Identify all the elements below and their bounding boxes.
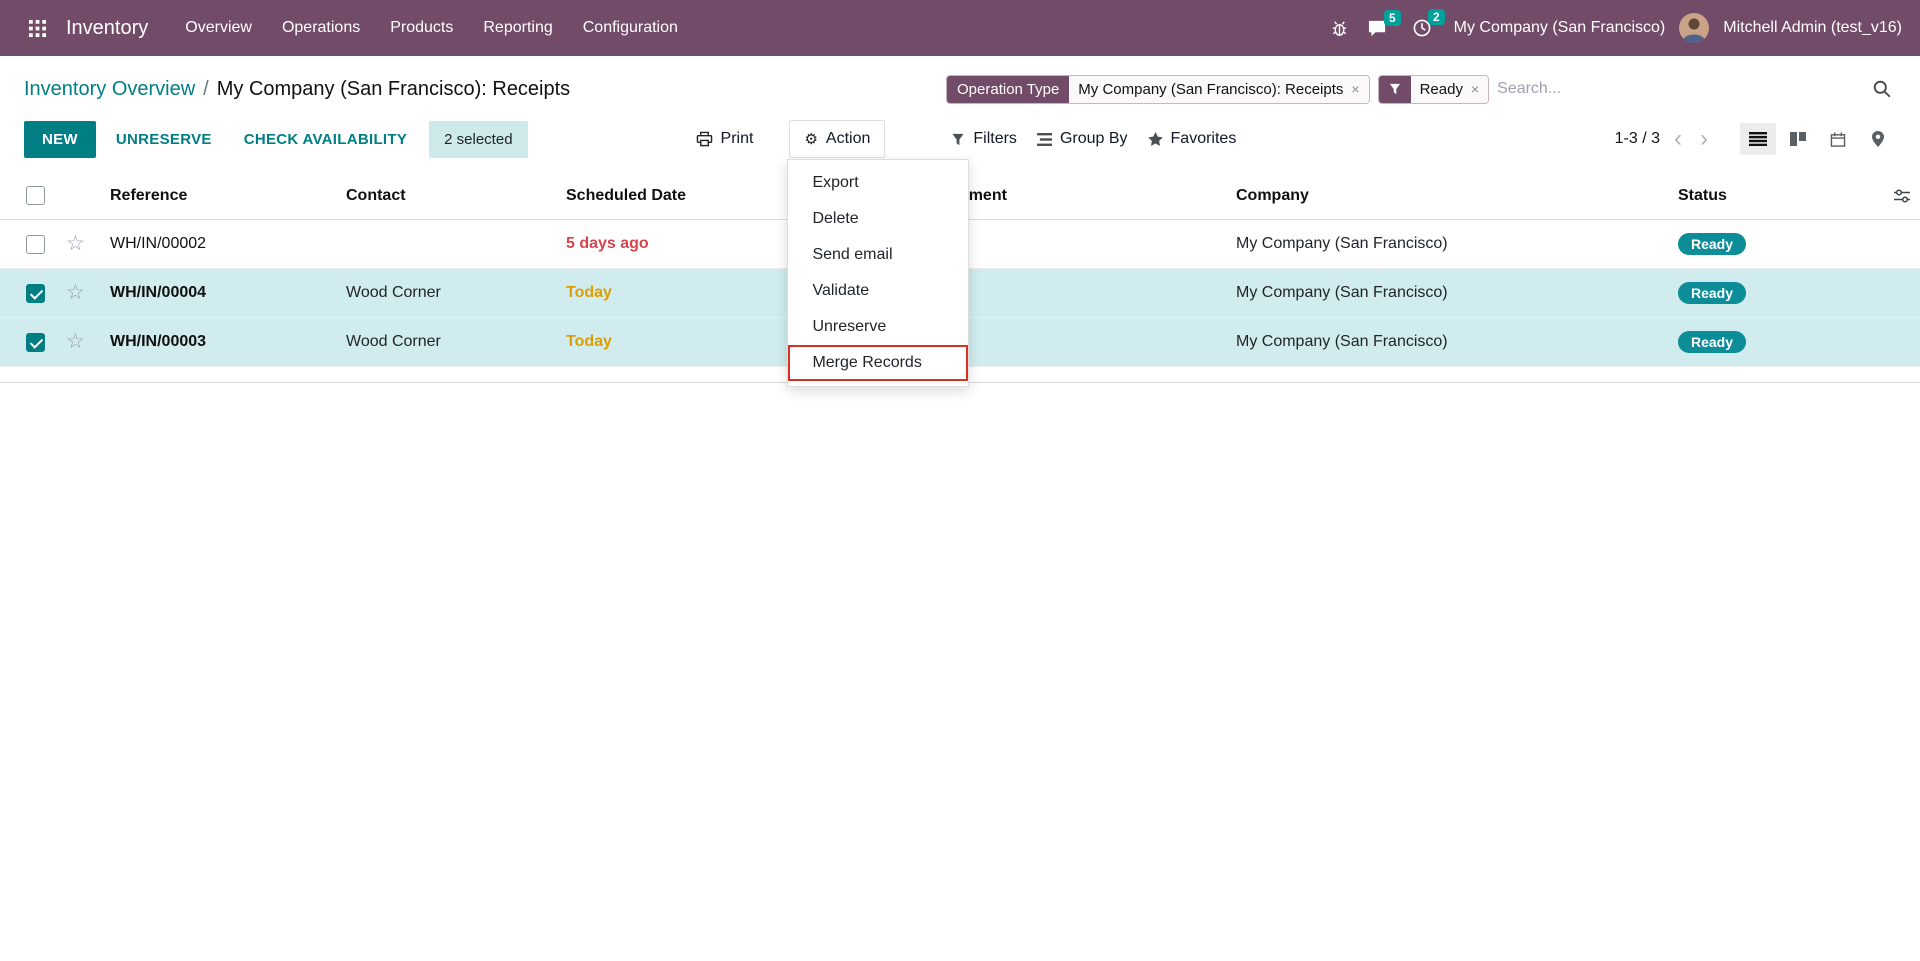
menu-item-merge-records[interactable]: Merge Records [788, 345, 968, 381]
selected-count-badge: 2 selected [429, 121, 527, 158]
filters-label: Filters [973, 130, 1017, 148]
select-all-checkbox[interactable] [26, 186, 45, 205]
row-checkbox[interactable] [26, 235, 45, 254]
pager-next-icon[interactable]: › [1696, 127, 1712, 151]
messages-count-badge: 5 [1384, 10, 1401, 26]
facet-category-label: Operation Type [947, 76, 1069, 103]
status-badge: Ready [1678, 282, 1746, 304]
breadcrumb-row: Inventory Overview / My Company (San Franc… [0, 56, 1920, 116]
facet-remove-icon[interactable]: × [1471, 82, 1479, 96]
favorite-star-icon[interactable]: ☆ [66, 232, 85, 255]
favorite-star-icon[interactable]: ☆ [66, 330, 85, 353]
systray: 5 2 My Company (San Francisco) Mitchell … [1328, 13, 1902, 43]
filter-funnel-icon [1389, 83, 1401, 95]
pager: 1-3 / 3 ‹ › [1615, 127, 1712, 151]
app-name[interactable]: Inventory [66, 17, 148, 40]
search-bar: Operation Type My Company (San Francisco… [946, 75, 1896, 104]
favorites-button[interactable]: Favorites [1138, 121, 1247, 157]
list-view-button[interactable] [1740, 123, 1776, 155]
apps-grid-icon[interactable] [18, 9, 56, 47]
cell-contact: Wood Corner [336, 269, 556, 318]
status-badge: Ready [1678, 331, 1746, 353]
favorites-star-icon [1148, 132, 1163, 146]
action-dropdown-menu: Export Delete Send email Validate Unrese… [787, 159, 969, 387]
cell-reference: WH/IN/00004 [100, 269, 336, 318]
pager-previous-icon[interactable]: ‹ [1670, 127, 1686, 151]
menu-configuration[interactable]: Configuration [568, 10, 693, 46]
breadcrumb-current: My Company (San Francisco): Receipts [217, 78, 570, 100]
optional-columns-icon[interactable] [1890, 189, 1910, 203]
menu-item-export[interactable]: Export [788, 165, 968, 201]
list-view-icon [1749, 132, 1767, 146]
group-by-button[interactable]: Group By [1027, 121, 1138, 157]
menu-item-unreserve[interactable]: Unreserve [788, 309, 968, 345]
cell-company: My Company (San Francisco) [1226, 269, 1668, 318]
kanban-view-button[interactable] [1780, 123, 1816, 155]
main-menu: Overview Operations Products Reporting C… [170, 10, 693, 46]
column-header-contact[interactable]: Contact [336, 172, 556, 220]
column-header-status[interactable]: Status [1668, 172, 1880, 220]
cell-contact: Wood Corner [336, 318, 556, 367]
search-facet-operation-type: Operation Type My Company (San Francisco… [946, 75, 1370, 104]
top-navbar: Inventory Overview Operations Products R… [0, 0, 1920, 56]
action-label: Action [826, 130, 870, 148]
menu-item-delete[interactable]: Delete [788, 201, 968, 237]
company-switcher[interactable]: My Company (San Francisco) [1454, 19, 1666, 37]
new-button[interactable]: NEW [24, 121, 96, 158]
search-icon[interactable] [1868, 75, 1896, 103]
status-badge: Ready [1678, 233, 1746, 255]
cell-reference: WH/IN/00003 [100, 318, 336, 367]
user-avatar[interactable] [1679, 13, 1709, 43]
facet-value: My Company (San Francisco): Receipts [1078, 81, 1343, 98]
check-availability-button[interactable]: CHECK AVAILABILITY [232, 121, 419, 158]
print-label: Print [721, 130, 754, 148]
menu-item-send-email[interactable]: Send email [788, 237, 968, 273]
debug-bug-icon[interactable] [1328, 15, 1351, 42]
favorite-star-icon[interactable]: ☆ [66, 281, 85, 304]
map-pin-icon [1872, 131, 1884, 147]
column-header-company[interactable]: Company [1226, 172, 1668, 220]
facet-remove-icon[interactable]: × [1351, 82, 1359, 96]
group-by-label: Group By [1060, 130, 1128, 148]
control-panel: NEW UNRESERVE CHECK AVAILABILITY 2 selec… [0, 116, 1920, 172]
printer-icon [696, 131, 713, 147]
search-input[interactable] [1497, 80, 1860, 98]
unreserve-button[interactable]: UNRESERVE [104, 121, 224, 158]
menu-overview[interactable]: Overview [170, 10, 267, 46]
cell-contact [336, 220, 556, 269]
cell-reference: WH/IN/00002 [100, 220, 336, 269]
map-view-button[interactable] [1860, 123, 1896, 155]
facet-value: Ready [1420, 81, 1463, 98]
print-button[interactable]: Print [686, 121, 764, 157]
user-menu[interactable]: Mitchell Admin (test_v16) [1723, 19, 1902, 37]
grid-icon [28, 19, 47, 38]
funnel-icon [951, 133, 965, 146]
activities-count-badge: 2 [1428, 9, 1445, 25]
column-header-reference[interactable]: Reference [100, 172, 336, 220]
calendar-view-icon [1830, 132, 1846, 147]
gear-icon: ⚙ [804, 130, 817, 148]
menu-operations[interactable]: Operations [267, 10, 375, 46]
filters-button[interactable]: Filters [941, 121, 1027, 157]
messages-icon[interactable]: 5 [1365, 15, 1390, 42]
menu-reporting[interactable]: Reporting [468, 10, 567, 46]
breadcrumb-separator: / [203, 78, 209, 100]
pager-range[interactable]: 1-3 / 3 [1615, 130, 1660, 148]
cell-company: My Company (San Francisco) [1226, 318, 1668, 367]
menu-products[interactable]: Products [375, 10, 468, 46]
calendar-view-button[interactable] [1820, 123, 1856, 155]
activities-clock-icon[interactable]: 2 [1410, 14, 1434, 42]
cell-company: My Company (San Francisco) [1226, 220, 1668, 269]
search-facet-ready: Ready × [1378, 75, 1490, 104]
action-menu-button[interactable]: ⚙ Action [789, 120, 885, 158]
view-switcher [1740, 123, 1896, 155]
favorites-label: Favorites [1171, 130, 1237, 148]
breadcrumb: Inventory Overview / My Company (San Franc… [24, 78, 570, 101]
row-checkbox[interactable] [26, 284, 45, 303]
group-by-icon [1037, 133, 1052, 146]
menu-item-validate[interactable]: Validate [788, 273, 968, 309]
breadcrumb-parent-link[interactable]: Inventory Overview [24, 78, 195, 100]
kanban-view-icon [1790, 132, 1806, 146]
row-checkbox[interactable] [26, 333, 45, 352]
